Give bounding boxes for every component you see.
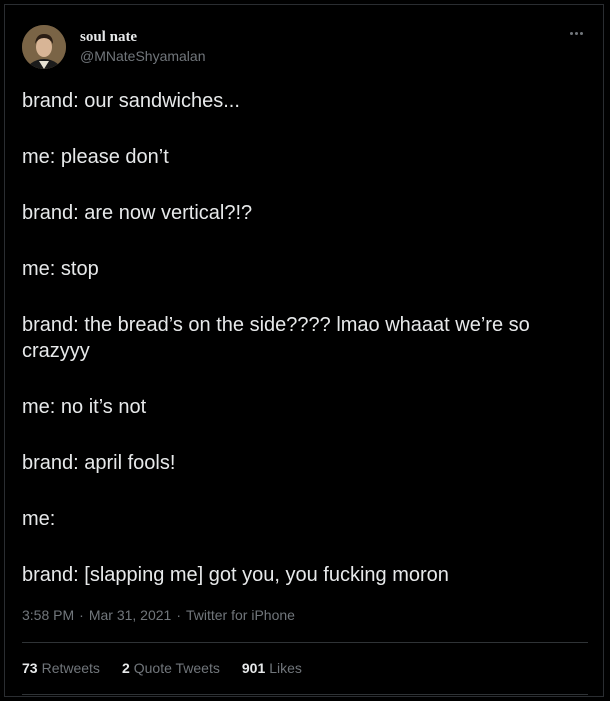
quote-tweets-stat[interactable]: 2 Quote Tweets	[122, 660, 220, 676]
likes-count: 901	[241, 660, 266, 676]
tweet-header: soul nate @MNateShyamalan	[22, 24, 206, 70]
divider	[22, 694, 588, 695]
quote-tweets-label: Quote Tweets	[133, 660, 220, 676]
more-options-icon[interactable]	[566, 26, 586, 40]
more-dot-icon	[579, 31, 583, 35]
tweet-line: brand: [slapping me] got you, you fuckin…	[22, 564, 449, 586]
tweet-line: me: no it’s not	[22, 396, 147, 418]
likes-stat[interactable]: 901 Likes	[242, 660, 302, 676]
portrait-avatar-icon	[22, 25, 66, 69]
meta-separator: ·	[176, 607, 181, 623]
author-handle[interactable]: @MNateShyamalan	[80, 46, 206, 66]
divider	[22, 642, 588, 643]
avatar[interactable]	[22, 25, 66, 69]
tweet-line: brand: are now vertical?!?	[22, 202, 253, 224]
retweets-label: Retweets	[41, 660, 100, 676]
tweet-date[interactable]: Mar 31, 2021	[89, 607, 172, 623]
tweet-line: brand: our sandwiches...	[22, 90, 240, 112]
tweet-text: brand: our sandwiches... me: please don’…	[22, 88, 588, 618]
more-dot-icon	[569, 31, 573, 35]
tweet-line: me: stop	[22, 258, 99, 280]
tweet-line: brand: april fools!	[22, 452, 176, 474]
tweet-source[interactable]: Twitter for iPhone	[186, 607, 295, 623]
likes-label: Likes	[269, 660, 302, 676]
tweet-line: brand: the bread’s on the side???? lmao …	[22, 314, 530, 362]
tweet-line: me:	[22, 508, 56, 530]
tweet-stats: 73 Retweets 2 Quote Tweets 901 Likes	[22, 660, 302, 676]
meta-separator: ·	[79, 607, 84, 623]
quote-tweets-count: 2	[121, 660, 130, 676]
retweets-stat[interactable]: 73 Retweets	[22, 660, 100, 676]
author-display-name[interactable]: soul nate	[80, 28, 206, 46]
tweet-meta: 3:58 PM · Mar 31, 2021 · Twitter for iPh…	[22, 607, 295, 623]
author-names: soul nate @MNateShyamalan	[80, 28, 206, 66]
tweet-time[interactable]: 3:58 PM	[22, 607, 74, 623]
more-dot-icon	[574, 31, 578, 35]
tweet-line: me: please don’t	[22, 146, 169, 168]
retweets-count: 73	[22, 660, 38, 676]
